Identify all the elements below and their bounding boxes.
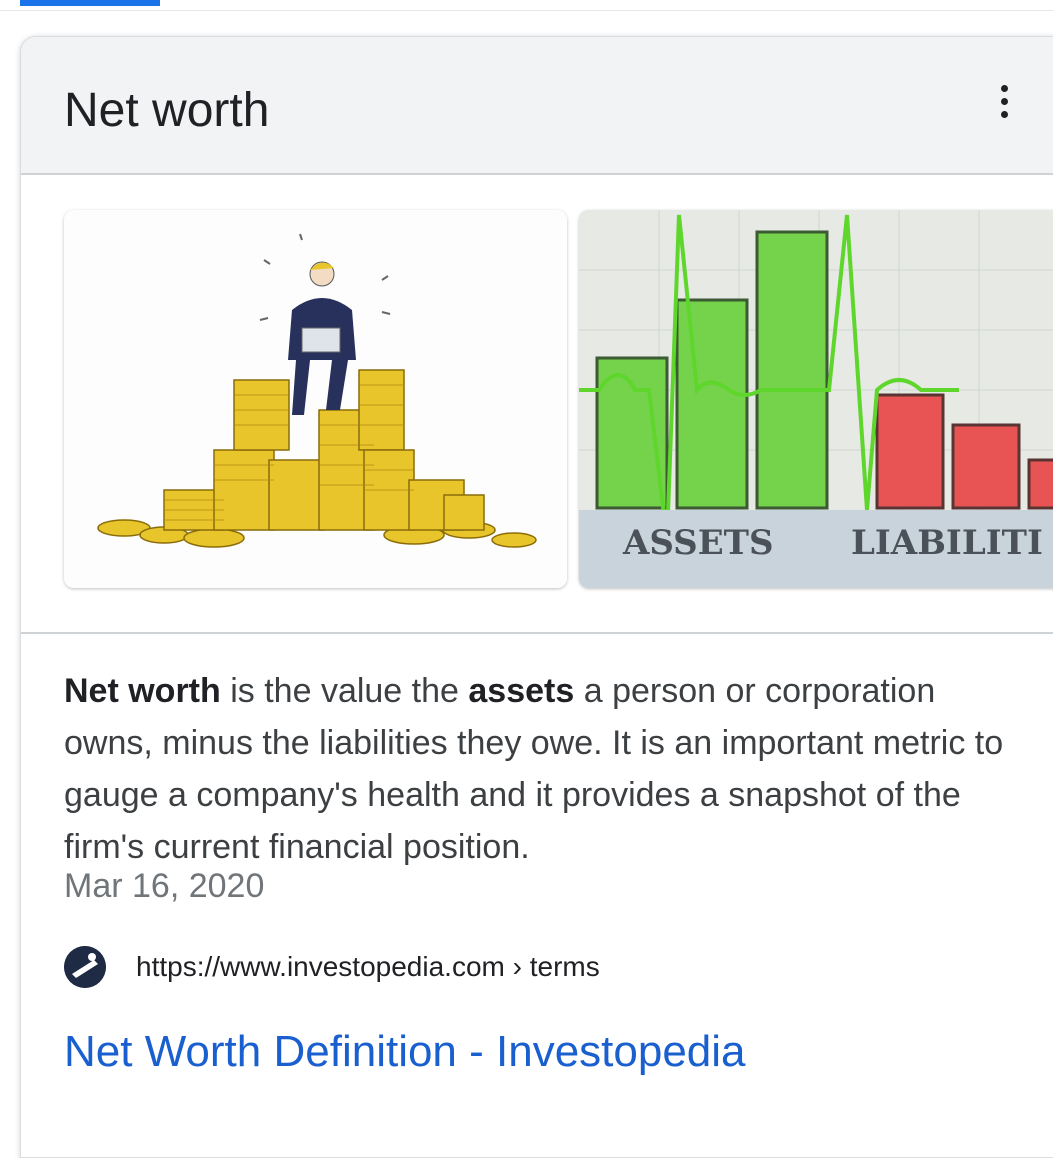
card-header: Net worth bbox=[21, 37, 1053, 175]
image-label-liabilities: LIABILITI bbox=[851, 523, 1043, 563]
investopedia-logo-icon bbox=[64, 946, 106, 988]
more-vert-icon[interactable] bbox=[986, 81, 1022, 121]
image-label-assets: ASSETS bbox=[622, 523, 774, 563]
source-row[interactable]: https://www.investopedia.com › terms bbox=[64, 945, 600, 989]
image-gallery[interactable]: ASSETS LIABILITI bbox=[21, 174, 1053, 634]
snippet-bold-assets: assets bbox=[468, 672, 575, 710]
knowledge-card: Net worth ASSETS LIABILITI Net worth is … bbox=[20, 36, 1053, 1158]
source-url[interactable]: https://www.investopedia.com › terms bbox=[136, 951, 600, 983]
snippet-text: Net worth is the value the assets a pers… bbox=[64, 665, 1024, 873]
image-man-on-coins[interactable] bbox=[64, 210, 567, 588]
snippet-date: Mar 16, 2020 bbox=[64, 867, 265, 905]
result-title-link[interactable]: Net Worth Definition - Investopedia bbox=[64, 1027, 746, 1077]
image-assets-liabilities-chart[interactable]: ASSETS LIABILITI bbox=[579, 210, 1053, 588]
card-title: Net worth bbox=[64, 84, 270, 137]
snippet-term: Net worth bbox=[64, 672, 221, 710]
snippet-part1: is the value the bbox=[220, 672, 469, 710]
active-tab-indicator bbox=[20, 0, 160, 6]
